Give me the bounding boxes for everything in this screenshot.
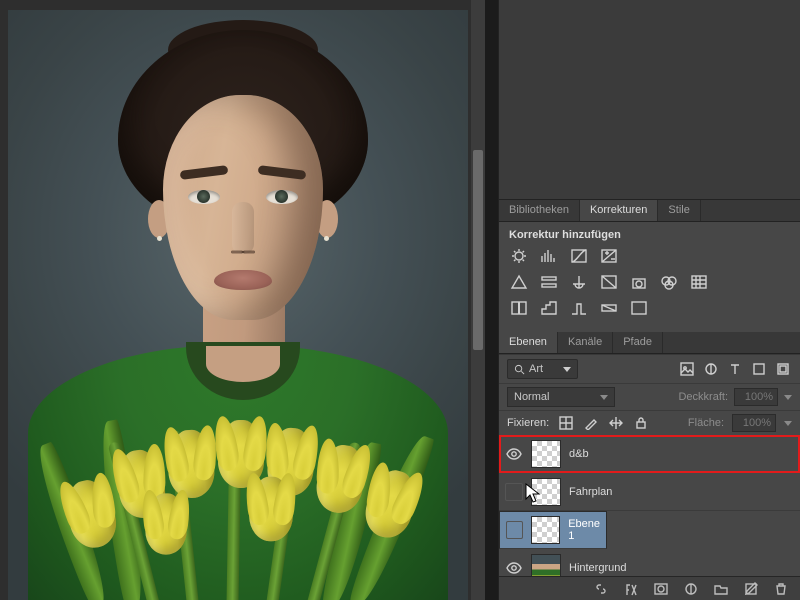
layer-name[interactable]: Ebene 1 (568, 518, 600, 542)
tab-pfade[interactable]: Pfade (613, 332, 663, 353)
color-lookup-icon[interactable] (689, 273, 709, 291)
layer-thumbnail[interactable] (531, 516, 560, 544)
panels-column: Bibliotheken Korrekturen Stile Korrektur… (498, 0, 800, 600)
lock-image-icon[interactable] (582, 414, 600, 432)
delete-layer-icon[interactable] (772, 580, 790, 598)
tab-ebenen[interactable]: Ebenen (499, 332, 558, 353)
channel-mixer-icon[interactable] (659, 273, 679, 291)
adjustments-heading: Korrektur hinzufügen (509, 229, 790, 241)
layer-thumbnail[interactable] (531, 440, 561, 468)
lock-label: Fixieren: (507, 417, 549, 429)
filter-smart-icon[interactable] (774, 360, 792, 378)
new-group-icon[interactable] (712, 580, 730, 598)
visibility-toggle[interactable] (506, 521, 523, 539)
layer-thumbnail[interactable] (531, 478, 561, 506)
lock-position-icon[interactable] (607, 414, 625, 432)
tab-korrekturen[interactable]: Korrekturen (580, 200, 658, 221)
lock-all-icon[interactable] (632, 414, 650, 432)
layer-filter-input[interactable] (529, 363, 559, 375)
tab-stile[interactable]: Stile (658, 200, 700, 221)
layer-row[interactable]: Ebene 1 (499, 511, 607, 549)
new-layer-icon[interactable] (742, 580, 760, 598)
black-white-icon[interactable] (599, 273, 619, 291)
layer-row[interactable]: Hintergrund (499, 549, 800, 576)
color-balance-icon[interactable] (569, 273, 589, 291)
layer-row[interactable]: d&b (499, 435, 800, 473)
layer-name[interactable]: Hintergrund (569, 562, 794, 574)
opacity-value[interactable]: 100% (734, 388, 778, 406)
layer-thumbnail[interactable] (531, 554, 561, 577)
properties-panel-empty (499, 0, 800, 200)
exposure-icon[interactable] (599, 247, 619, 265)
posterize-icon[interactable] (539, 299, 559, 317)
layer-row[interactable]: Fahrplan (499, 473, 800, 511)
filter-shape-icon[interactable] (750, 360, 768, 378)
vibrance-icon[interactable] (509, 273, 529, 291)
tab-kanaele[interactable]: Kanäle (558, 332, 613, 353)
gradient-map-icon[interactable] (599, 299, 619, 317)
filter-type-icon[interactable] (726, 360, 744, 378)
layer-name[interactable]: Fahrplan (569, 486, 794, 498)
layer-name[interactable]: d&b (569, 448, 794, 460)
add-mask-icon[interactable] (652, 580, 670, 598)
curves-icon[interactable] (569, 247, 589, 265)
link-layers-icon[interactable] (592, 580, 610, 598)
layers-bottom-bar (499, 576, 800, 600)
brightness-contrast-icon[interactable] (509, 247, 529, 265)
selective-color-icon[interactable] (629, 299, 649, 317)
new-adjustment-icon[interactable] (682, 580, 700, 598)
lock-row: Fixieren: Fläche: 100% (499, 410, 800, 435)
lock-transparency-icon[interactable] (557, 414, 575, 432)
document-viewport (0, 0, 485, 600)
visibility-toggle[interactable] (505, 559, 523, 577)
threshold-icon[interactable] (569, 299, 589, 317)
fill-label: Fläche: (688, 417, 724, 429)
layer-fx-icon[interactable] (622, 580, 640, 598)
layers-list: d&b Fahrplan Ebene 1 Hintergrund (499, 435, 800, 576)
photo-filter-icon[interactable] (629, 273, 649, 291)
visibility-toggle[interactable] (505, 445, 523, 463)
opacity-label: Deckkraft: (678, 391, 728, 403)
invert-icon[interactable] (509, 299, 529, 317)
bouquet (48, 410, 438, 600)
hue-saturation-icon[interactable] (539, 273, 559, 291)
blend-row: Normal Deckkraft: 100% (499, 383, 800, 410)
vertical-scrollbar[interactable] (471, 0, 485, 600)
layer-filter-kind[interactable] (507, 359, 578, 379)
canvas[interactable] (8, 10, 468, 600)
blend-mode-select[interactable]: Normal (507, 387, 615, 407)
adjustments-panel: Korrektur hinzufügen (499, 222, 800, 332)
adjustments-tabbar: Bibliotheken Korrekturen Stile (499, 200, 800, 222)
layer-filter-row (499, 354, 800, 383)
levels-icon[interactable] (539, 247, 559, 265)
filter-pixel-icon[interactable] (678, 360, 696, 378)
layers-tabbar: Ebenen Kanäle Pfade (499, 332, 800, 354)
visibility-toggle[interactable] (505, 483, 523, 501)
filter-adjust-icon[interactable] (702, 360, 720, 378)
tab-bibliotheken[interactable]: Bibliotheken (499, 200, 580, 221)
fill-value[interactable]: 100% (732, 414, 776, 432)
